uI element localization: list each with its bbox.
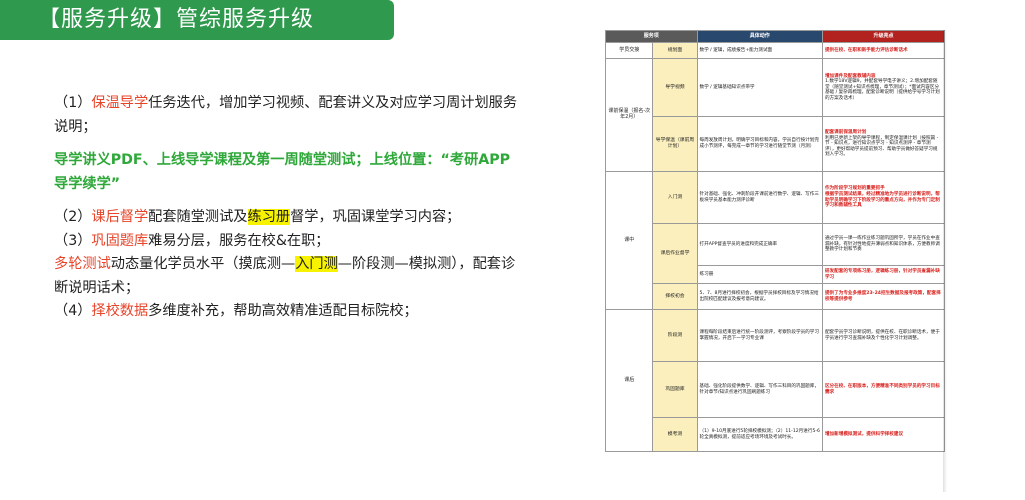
section-cell: 课后 [604, 309, 654, 452]
item-number: （1） [54, 95, 92, 111]
sub-item-cell: 导学保温（课前周计划） [652, 116, 698, 172]
table-row: 模考测 （1）9-10月底进行5轮择校模拟测；（2）11-12月进行5-6轮全真… [606, 417, 946, 452]
paragraph-2: （2）课后督学配套随堂测试及练习册督学，巩固课堂学习内容； [54, 206, 524, 230]
page-title-banner: 【服务升级】管综服务升级 [0, 0, 394, 40]
table-row: 课后作业督学 打开APP督查学员的进度和完成正确率 通过学员一课一练作业练习题巩… [606, 223, 946, 284]
highlight-cell: 区分在校、在职版本，方便精准不同类别学员的学习目标需求 [821, 361, 946, 418]
highlighted-text: 入门测 [295, 256, 338, 272]
paragraph-3b: 多轮测试动态量化学员水平（摸底测—入门测—阶段测—模拟测），配套诊断说明话术； [54, 253, 524, 300]
keyword-red: 择校数据 [91, 303, 149, 319]
section-cell: 课前保温（报名-次年2月） [604, 58, 654, 172]
sub-item-cell: 入门测 [652, 171, 698, 224]
item-text: 动态量化学员水平（摸底测— [110, 256, 296, 272]
paragraph-1: （1）保温导学任务迭代，增加学习视频、配套讲义及对应学习周计划服务说明； [54, 92, 524, 139]
action-cell: 课程每阶段结束后进行统一阶段测评，考察阶段学员的学习掌握情况，开启下一学习专业课 [696, 309, 823, 362]
table-row: 择校初会 5、7、8月进行择校初会，根据学员择校目标及学习情况给出院校匹配建议及… [606, 283, 946, 310]
table-shadow [943, 30, 947, 492]
service-table-image: 服务项 具体动作 升级亮点 学员交接 规划面 数学 / 逻辑，成绩报告+能力测试… [604, 30, 946, 492]
paragraph-3: （3）巩固题库难易分层，服务在校&在职； [54, 230, 524, 254]
highlight-cell: 增加新增模拟测试，提供科学择校建议 [821, 417, 946, 452]
service-table: 服务项 具体动作 升级亮点 学员交接 规划面 数学 / 逻辑，成绩报告+能力测试… [604, 30, 946, 452]
action-cell: 打开APP督查学员的进度和完成正确率 [696, 223, 823, 266]
item-number: （3） [54, 232, 92, 249]
table-row: 学员交接 规划面 数学 / 逻辑，成绩报告+能力测试面 提供在校、在职和新手能力… [604, 42, 946, 59]
action-cell: （1）9-10月底进行5轮择校模拟测；（2）11-12月进行5-6轮全真模拟测，… [696, 417, 823, 452]
item-number: （2） [54, 209, 92, 225]
keyword-red: 课后督学 [91, 209, 149, 225]
header-highlight: 升级亮点 [821, 30, 946, 43]
sub-item-cell: 导学视频 [652, 58, 698, 117]
green-highlight-line: 导学讲义PDF、上线导学课程及第一周随堂测试；上线位置：“考研APP导学续学” [54, 152, 511, 192]
action-cell: 练习册 [696, 265, 823, 284]
highlight-detail: 1.数学18V逻辑9，并配套导学电子讲义；2.增加配套随堂（随堂测试+知识点梳理… [824, 79, 940, 101]
content-body: （1）保温导学任务迭代，增加学习视频、配套讲义及对应学习周计划服务说明； 导学讲… [54, 92, 524, 324]
item-text: 督学，巩固课堂学习内容； [290, 209, 461, 225]
highlighted-text: 练习册 [247, 209, 291, 225]
table-row: 导学保温（课前周计划） 每周发放周计划，明确学习目标和内容，学员自行按计划完成小… [606, 116, 946, 172]
highlight-detail: 根据学员测试结果，经过精准地为学员进行诊断说明，帮助学员明确学习下阶段学习的重点… [824, 191, 940, 209]
highlight-detail: 利用已更新上架的导学课程，制定保温课计划（按照篇 - 节 - 知识点，进行知识点… [824, 135, 939, 158]
action-cell: 每周发放周计划，明确学习目标和内容，学员自行按计划完成小节测评，每完成一章节的学… [696, 116, 823, 172]
sub-item-cell: 课后作业督学 [652, 223, 698, 284]
paragraph-4: （4）择校数据多维度补充，帮助高效精准适配目标院校； [54, 300, 524, 324]
highlight-cell: 作为阶段学习规划的重要抓手 根据学员测试结果，经过精准地为学员进行诊断说明，帮助学… [821, 171, 946, 224]
item-text: 难易分层，服务在校&在职； [148, 232, 330, 249]
action-cell: 数学 / 逻辑基础知识点带学 [696, 58, 823, 117]
page-title: 【服务升级】管综服务升级 [38, 7, 315, 32]
keyword-red: 保温导学 [91, 95, 149, 111]
sub-item-cell: 择校初会 [652, 283, 698, 310]
sub-item-cell: 阶段测 [652, 309, 698, 362]
table-row: 巩固题库 基础、强化阶段提供数学、逻辑、写作三科目的巩固题库，针对章节/知识点进… [606, 361, 946, 418]
action-cell: 基础、强化阶段提供数学、逻辑、写作三科目的巩固题库，针对章节/知识点进行巩固刷题… [696, 361, 823, 418]
keyword-red: 多轮测试 [54, 256, 111, 272]
action-cell: 数学 / 逻辑，成绩报告+能力测试面 [696, 42, 823, 59]
table-header-row: 服务项 具体动作 升级亮点 [605, 30, 946, 43]
action-cell: 针对基础、强化、冲刺阶段开课前进行数学、逻辑、写作三板块学员基本能力测评诊断 [696, 171, 823, 224]
table-row: 课前保温（报名-次年2月） 导学视频 数学 / 逻辑基础知识点带学 增加课件及配… [604, 58, 946, 172]
sub-item-cell: 模考测 [652, 417, 698, 452]
section-cell: 学员交接 [604, 42, 654, 59]
header-service-item: 服务项 [605, 30, 698, 43]
highlight-cell: 提供在校、在职和新手能力评估诊断话术 [821, 42, 946, 59]
item-text: 多维度补充，帮助高效精准适配目标院校； [148, 303, 418, 319]
highlight-cell: 研发配套的专项练习册，逻辑练习册，针对学员查漏补缺学习 [821, 265, 946, 284]
keyword-red: 巩固题库 [91, 232, 149, 249]
sub-item-cell: 规划面 [652, 42, 698, 59]
header-action: 具体动作 [696, 30, 823, 43]
table-row: 课中 入门测 针对基础、强化、冲刺阶段开课前进行数学、逻辑、写作三板块学员基本能… [604, 171, 946, 310]
sub-item-cell: 巩固题库 [652, 361, 698, 418]
item-text: 配套随堂测试及 [148, 209, 248, 225]
table-row: 课后 阶段测 课程每阶段结束后进行统一阶段测评，考察阶段学员的学习掌握情况，开启… [604, 309, 946, 452]
item-number: （4） [54, 303, 92, 319]
highlight-cell: 增加课件及配套教辅内容 1.数学18V逻辑9，并配套导学电子讲义；2.增加配套随堂… [821, 58, 946, 117]
highlight-cell: 提供了为专业多维度23-24招生数据及报考政策，配套择校等提供参考 [821, 283, 946, 310]
action-cell: 5、7、8月进行择校初会，根据学员择校目标及学习情况给出院校匹配建议及报考意向建… [696, 283, 823, 310]
highlight-cell: 配套课前保温周计划 利用已更新上架的导学课程，制定保温课计划（按照篇 - 节 - … [821, 116, 946, 172]
highlight-cell: 配套学员学习诊断说明，提供在校、在职诊断话术，便于学员进行学习查漏补缺及个性化学… [821, 309, 946, 362]
section-cell: 课中 [604, 171, 654, 310]
highlight-cell: 通过学员一课一练作业练习题巩固所学，学员在作业中查漏补缺，有针对性地提升薄弱点和… [821, 223, 946, 266]
